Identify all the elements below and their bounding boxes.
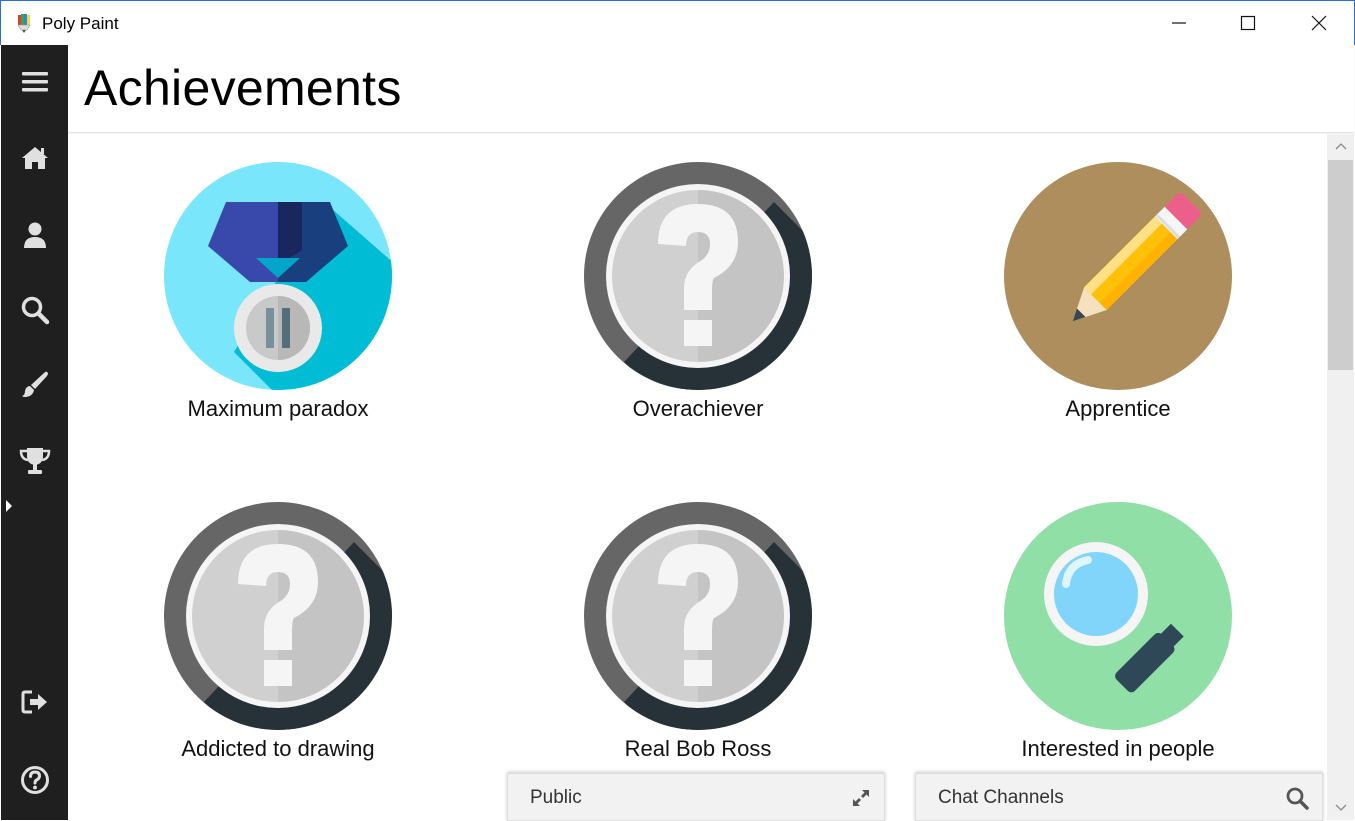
vertical-scrollbar[interactable] [1327,134,1354,820]
active-nav-indicator [6,500,12,512]
side-navigation [1,45,68,820]
expand-icon [853,790,869,806]
minimize-button[interactable] [1144,1,1214,45]
nav-search[interactable] [1,280,68,340]
user-icon [23,222,46,248]
achievement-card[interactable]: Overachiever [488,134,888,434]
maximize-icon [1240,15,1256,31]
trophy-icon [19,448,50,474]
page-header: Achievements [68,45,1354,133]
achievement-label: Real Bob Ross [624,736,772,761]
scroll-thumb[interactable] [1328,160,1353,370]
scroll-up-button[interactable] [1327,134,1354,158]
search-icon [1286,787,1309,810]
app-logo-icon [17,14,31,33]
chevron-down-icon [1335,804,1346,811]
search-channels-button[interactable] [1284,785,1310,811]
nav-help[interactable] [1,750,68,810]
help-icon [20,766,49,794]
achievements-grid: Maximum paradox Overachiever Apprentice … [68,134,1327,820]
hamburger-menu-icon [21,72,48,92]
nav-profile[interactable] [1,205,68,265]
window-titlebar: Poly Paint [0,0,1355,45]
achievement-label: Overachiever [632,396,764,421]
nav-logout[interactable] [1,672,68,732]
achievement-card[interactable]: Interested in people [908,474,1308,774]
minimize-icon [1172,22,1186,24]
paint-brush-icon [21,371,48,397]
public-chat-label: Public [530,787,582,808]
scroll-down-button[interactable] [1327,796,1354,820]
nav-home[interactable] [1,128,68,188]
achievement-card[interactable]: Real Bob Ross [488,474,888,774]
achievement-label: Interested in people [1021,736,1215,761]
magnifier-icon [1004,502,1232,730]
close-icon [1311,15,1327,31]
achievement-card[interactable]: Addicted to drawing [68,474,468,774]
achievement-label: Maximum paradox [187,396,369,421]
achievement-card[interactable]: Maximum paradox [68,134,468,434]
home-icon [21,147,48,169]
nav-achievements[interactable] [1,431,68,491]
expand-chat-button[interactable] [848,785,874,811]
achievement-card[interactable]: Apprentice [908,134,1308,434]
question-mark-icon [584,162,812,390]
medal-icon [164,162,392,390]
achievement-label: Addicted to drawing [181,736,375,761]
nav-menu-toggle[interactable] [1,52,68,112]
maximize-button[interactable] [1213,1,1283,45]
chat-channels-label: Chat Channels [938,787,1064,808]
chevron-up-icon [1335,143,1346,150]
window-title: Poly Paint [42,14,119,33]
logout-icon [21,690,47,714]
chat-channels-panel[interactable]: Chat Channels [915,773,1323,821]
achievement-label: Apprentice [1065,396,1171,421]
question-mark-icon [164,502,392,730]
public-chat-panel[interactable]: Public [507,773,885,821]
pencil-icon [1004,162,1232,390]
nav-draw[interactable] [1,355,68,415]
question-mark-icon [584,502,812,730]
close-button[interactable] [1284,1,1354,45]
search-icon [21,296,49,325]
page-title: Achievements [84,60,402,116]
